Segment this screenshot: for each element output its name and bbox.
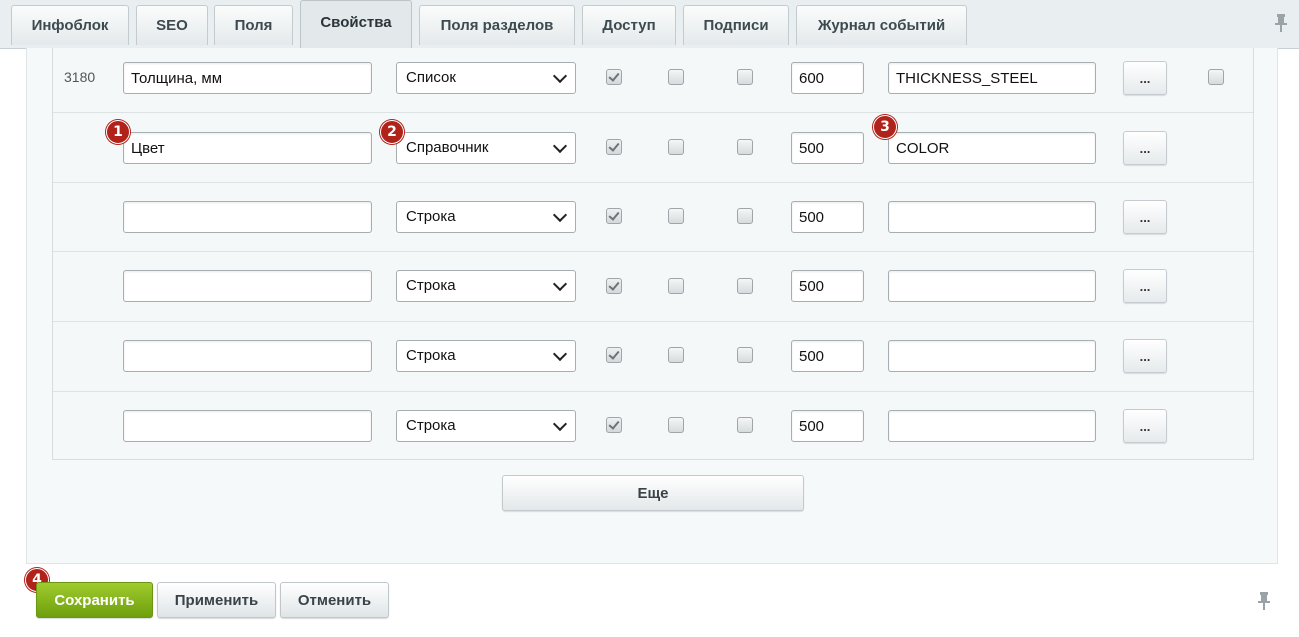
sort-input[interactable]	[791, 132, 864, 164]
property-id: 3180	[64, 69, 96, 85]
property-name-input[interactable]	[123, 270, 372, 302]
edit-property-button[interactable]: ...	[1123, 269, 1167, 303]
pin-icon[interactable]	[1257, 591, 1271, 611]
row-divider	[53, 182, 1253, 183]
tab-event-log[interactable]: Журнал событий	[796, 5, 967, 45]
property-name-input[interactable]	[123, 410, 372, 442]
multiple-checkbox[interactable]	[668, 139, 684, 155]
sort-input[interactable]	[791, 270, 864, 302]
required-checkbox[interactable]	[737, 347, 753, 363]
property-type-select[interactable]: Строка	[396, 270, 576, 302]
edit-property-button[interactable]: ...	[1123, 61, 1167, 95]
tab-captions[interactable]: Подписи	[683, 5, 789, 45]
multiple-checkbox[interactable]	[668, 69, 684, 85]
edit-property-button[interactable]: ...	[1123, 409, 1167, 443]
properties-table	[52, 48, 1254, 460]
code-input[interactable]	[888, 132, 1096, 164]
sort-input[interactable]	[791, 340, 864, 372]
sort-input[interactable]	[791, 201, 864, 233]
tab-fields[interactable]: Поля	[214, 5, 293, 45]
multiple-checkbox[interactable]	[668, 417, 684, 433]
tab-bar: Инфоблок SEO Поля Свойства Поля разделов…	[0, 0, 1299, 49]
row-divider	[53, 321, 1253, 322]
sort-input[interactable]	[791, 410, 864, 442]
required-checkbox[interactable]	[737, 417, 753, 433]
tab-section-fields[interactable]: Поля разделов	[419, 5, 575, 45]
property-name-input[interactable]	[123, 201, 372, 233]
tab-infoblock[interactable]: Инфоблок	[11, 5, 129, 45]
active-checkbox[interactable]	[606, 139, 622, 155]
edit-property-button[interactable]: ...	[1123, 131, 1167, 165]
chevron-down-icon	[552, 207, 568, 223]
cancel-button[interactable]: Отменить	[280, 582, 389, 618]
property-type-select[interactable]: Строка	[396, 410, 576, 442]
pin-icon[interactable]	[1274, 13, 1288, 33]
property-type-select[interactable]: Справочник	[396, 132, 576, 164]
sort-input[interactable]	[791, 62, 864, 94]
required-checkbox[interactable]	[737, 69, 753, 85]
required-checkbox[interactable]	[737, 208, 753, 224]
save-button[interactable]: Сохранить	[36, 582, 153, 618]
delete-checkbox[interactable]	[1208, 69, 1224, 85]
chevron-down-icon	[552, 138, 568, 154]
active-checkbox[interactable]	[606, 417, 622, 433]
tab-seo[interactable]: SEO	[136, 5, 208, 45]
row-divider	[53, 112, 1253, 113]
code-input[interactable]	[888, 270, 1096, 302]
code-input[interactable]	[888, 201, 1096, 233]
multiple-checkbox[interactable]	[668, 347, 684, 363]
active-checkbox[interactable]	[606, 278, 622, 294]
property-type-select[interactable]: Список	[396, 62, 576, 94]
active-checkbox[interactable]	[606, 69, 622, 85]
edit-property-button[interactable]: ...	[1123, 200, 1167, 234]
property-name-input[interactable]	[123, 340, 372, 372]
edit-property-button[interactable]: ...	[1123, 339, 1167, 373]
code-input[interactable]	[888, 62, 1096, 94]
multiple-checkbox[interactable]	[668, 208, 684, 224]
active-checkbox[interactable]	[606, 347, 622, 363]
tab-properties[interactable]: Свойства	[300, 0, 412, 49]
active-checkbox[interactable]	[606, 208, 622, 224]
code-input[interactable]	[888, 410, 1096, 442]
row-divider	[53, 391, 1253, 392]
required-checkbox[interactable]	[737, 139, 753, 155]
row-divider	[53, 251, 1253, 252]
annotation-badge-2: 2	[380, 120, 404, 144]
required-checkbox[interactable]	[737, 278, 753, 294]
multiple-checkbox[interactable]	[668, 278, 684, 294]
chevron-down-icon	[552, 276, 568, 292]
more-button[interactable]: Еще	[502, 475, 804, 511]
property-type-select[interactable]: Строка	[396, 340, 576, 372]
property-name-input[interactable]	[123, 132, 372, 164]
tab-access[interactable]: Доступ	[582, 5, 676, 45]
property-name-input[interactable]	[123, 62, 372, 94]
annotation-badge-3: 3	[873, 115, 897, 139]
chevron-down-icon	[552, 346, 568, 362]
apply-button[interactable]: Применить	[157, 582, 276, 618]
annotation-badge-1: 1	[106, 120, 130, 144]
chevron-down-icon	[552, 416, 568, 432]
chevron-down-icon	[552, 68, 568, 84]
property-type-select[interactable]: Строка	[396, 201, 576, 233]
code-input[interactable]	[888, 340, 1096, 372]
